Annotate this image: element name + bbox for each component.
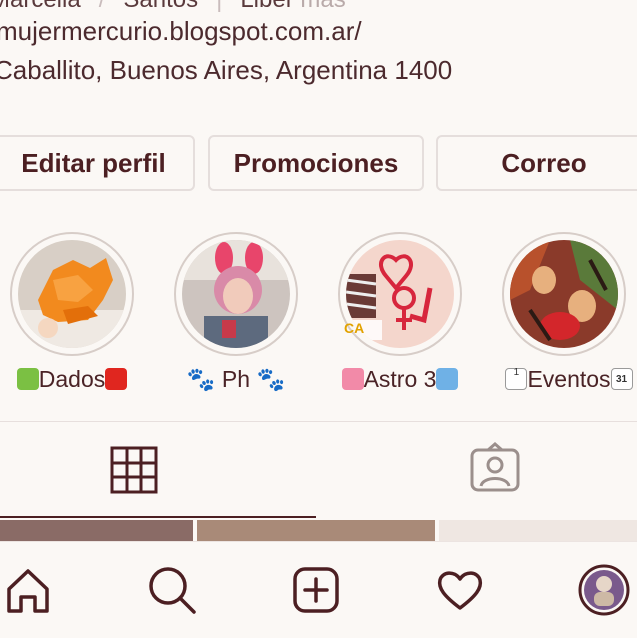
- mars-icon: [436, 368, 459, 390]
- astro-cover-text: CA: [344, 320, 365, 336]
- dice-green-icon: [16, 368, 39, 390]
- highlight-dados[interactable]: Dados: [10, 232, 134, 392]
- highlight-cover-dados: [18, 240, 126, 348]
- section-divider: [0, 421, 637, 422]
- calendar-icon: 1: [505, 367, 528, 390]
- bottom-nav: [0, 541, 637, 638]
- highlight-ring: [174, 232, 298, 356]
- edit-profile-button[interactable]: Editar perfil: [0, 135, 195, 191]
- highlight-cover-ph: [182, 240, 290, 348]
- paw-icon: 🐾: [256, 366, 286, 392]
- search-icon[interactable]: [144, 562, 200, 618]
- home-icon[interactable]: [0, 562, 56, 618]
- tab-active-indicator: [0, 516, 316, 518]
- highlight-eventos[interactable]: 1 Eventos 31: [502, 232, 633, 392]
- highlight-ring: [10, 232, 134, 356]
- highlight-label: Astro 3: [318, 366, 482, 393]
- profile-website-link[interactable]: mujermercurio.blogspot.com.ar/: [0, 16, 362, 47]
- calendar-icon: 31: [610, 368, 633, 390]
- highlight-ring: [338, 232, 462, 356]
- paw-icon: 🐾: [186, 366, 216, 392]
- grid-icon[interactable]: [108, 444, 160, 496]
- new-post-icon[interactable]: [288, 562, 344, 618]
- promotions-button[interactable]: Promociones: [208, 135, 424, 191]
- profile-cut-line: Marcelia/Santos|Liber más: [0, 0, 346, 14]
- profile-avatar[interactable]: [576, 562, 632, 618]
- highlight-label: 1 Eventos 31: [484, 366, 637, 393]
- highlight-astro[interactable]: CA Astro 3: [338, 232, 462, 392]
- highlight-ph[interactable]: 🐾 Ph 🐾: [174, 232, 298, 392]
- highlight-ring: [502, 232, 626, 356]
- highlight-cover-eventos: [510, 240, 618, 348]
- highlight-label: Dados: [0, 366, 154, 393]
- email-button[interactable]: Correo: [436, 135, 637, 191]
- profile-address: Caballito, Buenos Aires, Argentina 1400: [0, 55, 453, 85]
- venus-icon: [341, 368, 364, 390]
- highlight-label: 🐾 Ph 🐾: [186, 366, 286, 392]
- heart-icon[interactable]: [432, 562, 488, 618]
- profile-tab-bar: [0, 430, 637, 518]
- tagged-icon[interactable]: [468, 442, 522, 496]
- dice-red-icon: [105, 368, 128, 390]
